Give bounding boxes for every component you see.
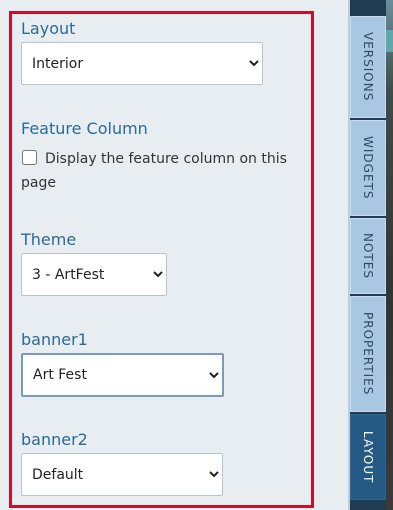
feature-column-label: Feature Column — [21, 119, 148, 138]
layout-settings-panel: Layout Interior Feature Column Display t… — [9, 11, 314, 508]
theme-select[interactable]: 3 - ArtFest — [21, 253, 167, 296]
tab-properties[interactable]: PROPERTIES — [350, 296, 386, 412]
page-background-preview — [386, 0, 393, 510]
tab-versions-label: VERSIONS — [361, 32, 375, 102]
theme-label: Theme — [21, 230, 77, 249]
banner2-select[interactable]: Default — [21, 453, 223, 496]
tab-notes-label: NOTES — [361, 233, 375, 279]
banner2-label: banner2 — [21, 430, 88, 449]
layout-select[interactable]: Interior — [21, 42, 263, 85]
feature-column-checkbox[interactable] — [22, 150, 37, 165]
tab-layout-label: LAYOUT — [361, 430, 375, 484]
tab-layout[interactable]: LAYOUT — [350, 414, 386, 500]
feature-column-row: Display the feature column on this page — [21, 147, 306, 195]
tab-widgets-label: WIDGETS — [361, 136, 375, 200]
layout-label: Layout — [21, 19, 76, 38]
tab-widgets[interactable]: WIDGETS — [350, 120, 386, 216]
banner1-label: banner1 — [21, 330, 88, 349]
banner1-select[interactable]: Art Fest — [21, 353, 224, 397]
page-background-accent — [386, 30, 393, 52]
tab-properties-label: PROPERTIES — [361, 312, 375, 396]
tab-notes[interactable]: NOTES — [350, 218, 386, 294]
feature-column-checkbox-label: Display the feature column on this page — [21, 151, 287, 191]
tab-versions[interactable]: VERSIONS — [350, 16, 386, 118]
